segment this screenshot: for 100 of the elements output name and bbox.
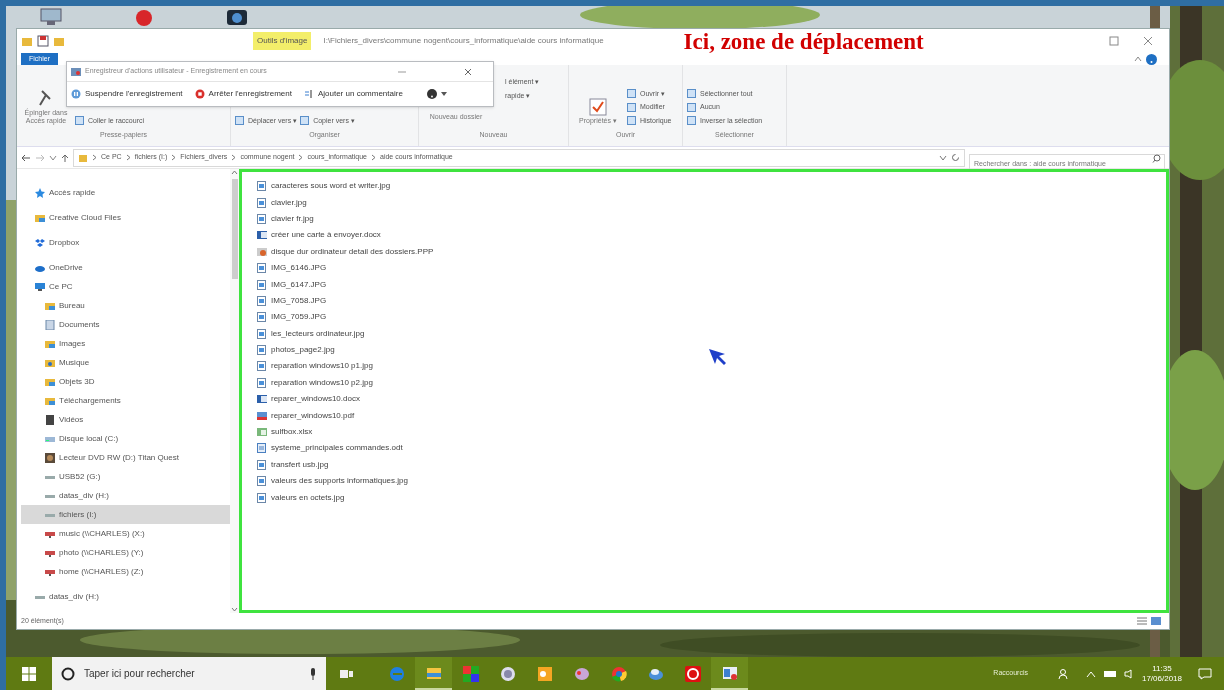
nav-item[interactable]: music (\\CHARLES) (X:): [21, 524, 230, 543]
close-icon[interactable]: [463, 66, 473, 77]
scroll-down-icon[interactable]: [231, 607, 238, 613]
pdf-file-icon: [257, 410, 267, 421]
command-icon[interactable]: [75, 116, 84, 126]
command-icon[interactable]: [300, 116, 310, 126]
tiles-view-icon[interactable]: [1151, 617, 1161, 625]
nav-item[interactable]: photo (\\CHARLES) (Y:): [21, 543, 230, 562]
file-name[interactable]: reparation windows10 p2.jpg: [271, 376, 373, 389]
command-icon[interactable]: [235, 116, 244, 126]
file-name[interactable]: systeme_principales commandes.odt: [271, 442, 403, 455]
folder-icon: [45, 395, 55, 406]
nav-item[interactable]: Disque local (C:): [21, 429, 230, 448]
nav-item[interactable]: datas_div (H:): [21, 587, 230, 606]
microphone-icon: [309, 668, 317, 680]
file-name[interactable]: IMG_7058.JPG: [271, 294, 327, 307]
file-name[interactable]: les_lecteurs ordinateur.jpg: [271, 327, 365, 340]
file-name[interactable]: clavier.jpg: [271, 196, 307, 209]
nav-item[interactable]: Objets 3D: [21, 372, 230, 391]
camera-icon[interactable]: [226, 8, 248, 26]
file-name[interactable]: reparer_windows10.pdf: [271, 409, 355, 422]
image-file-icon: [257, 459, 267, 470]
mail-icon[interactable]: [535, 664, 554, 683]
nav-item[interactable]: Images: [21, 334, 230, 353]
windows-icon[interactable]: [22, 666, 36, 681]
caret-icon[interactable]: [440, 91, 447, 97]
file-name[interactable]: caracteres sous word et writer.jpg: [271, 180, 391, 193]
computer-icon[interactable]: [40, 8, 62, 26]
file-name[interactable]: créer une carte à envoyer.docx: [271, 229, 381, 242]
nav-item[interactable]: Vidéos: [21, 410, 230, 429]
file-name[interactable]: clavier fr.jpg: [271, 212, 314, 225]
nav-item[interactable]: Documents: [21, 315, 230, 334]
image-file-icon: [257, 492, 267, 503]
nav-item[interactable]: Creative Cloud Files: [21, 208, 230, 227]
folder-icon[interactable]: [53, 35, 65, 47]
image-file-icon: [257, 279, 267, 290]
chevron-up-icon[interactable]: [1085, 669, 1096, 678]
file-name[interactable]: disque dur ordinateur detail des dossiers.PPP: [271, 245, 434, 258]
checkmark-icon[interactable]: [588, 97, 608, 118]
save-icon[interactable]: [37, 35, 49, 47]
overlay-note: Ici, zone de déplacement: [683, 29, 924, 53]
cortana-ring-icon: [61, 667, 75, 681]
file-name[interactable]: reparation windows10 p1.jpg: [271, 360, 373, 373]
color-palette-icon[interactable]: [461, 664, 480, 683]
recorder-button[interactable]: Ajouter un commentaire: [303, 88, 403, 100]
up-arrow-icon[interactable]: [61, 153, 69, 162]
browser-icon[interactable]: [609, 664, 628, 683]
chevron-right-icon: [125, 154, 131, 161]
nav-item[interactable]: Bureau: [21, 296, 230, 315]
clock-date[interactable]: 17/06/2018: [1141, 673, 1182, 684]
scrollbar-thumb[interactable]: [231, 179, 238, 279]
network-icon[interactable]: [1103, 668, 1116, 679]
slides-file-icon: [257, 246, 267, 257]
search-field[interactable]: Taper ici pour rechercher: [52, 657, 326, 690]
speaker-icon[interactable]: [1123, 668, 1134, 679]
file-name[interactable]: valeurs en octets.jpg: [271, 491, 345, 504]
details-view-icon[interactable]: [1137, 617, 1147, 625]
caret-icon[interactable]: [939, 153, 947, 162]
nav-item[interactable]: Dropbox: [21, 233, 230, 252]
nav-item[interactable]: home (\\CHARLES) (Z:): [21, 562, 230, 581]
nav-item[interactable]: Accès rapide: [21, 183, 230, 202]
film-icon: [45, 414, 55, 425]
close-icon[interactable]: [1143, 36, 1153, 46]
nav-item[interactable]: datas_div (H:): [21, 486, 230, 505]
file-name[interactable]: IMG_6147.JPG: [271, 278, 327, 291]
chevron-up-icon[interactable]: [1134, 55, 1142, 63]
nav-item[interactable]: Lecteur DVD RW (D:) Titan Quest: [21, 448, 230, 467]
scroll-up-icon[interactable]: [231, 169, 238, 175]
chevron-right-icon: [371, 154, 376, 161]
file-name[interactable]: valeurs des supports informatiques.jpg: [271, 475, 408, 488]
nav-item[interactable]: Téléchargements: [21, 391, 230, 410]
nav-item[interactable]: USB52 (G:): [21, 467, 230, 486]
clock-time[interactable]: 11:35: [1152, 663, 1172, 674]
maximize-icon[interactable]: [1109, 36, 1119, 46]
people-icon[interactable]: [1057, 667, 1070, 680]
file-name[interactable]: sulfbox.xlsx: [271, 426, 313, 439]
ring-logo-icon[interactable]: [683, 664, 702, 683]
forward-arrow-icon[interactable]: [35, 153, 45, 162]
globe-icon[interactable]: [498, 664, 517, 683]
file-name[interactable]: photos_page2.jpg: [271, 344, 335, 357]
folder-icon[interactable]: [21, 35, 33, 47]
nav-item[interactable]: Musique: [21, 353, 230, 372]
file-name[interactable]: reparer_windows10.docx: [271, 393, 360, 406]
nav-item[interactable]: OneDrive: [21, 258, 230, 277]
task-view-icon[interactable]: [340, 667, 354, 680]
refresh-icon[interactable]: [951, 153, 960, 162]
star-icon: [35, 187, 45, 198]
nav-item[interactable]: fichiers (I:): [21, 505, 230, 524]
image-file-icon: [257, 328, 267, 339]
file-name[interactable]: IMG_6146.JPG: [271, 262, 327, 275]
help-icon[interactable]: [426, 89, 437, 99]
file-name[interactable]: IMG_7059.JPG: [271, 311, 327, 324]
recorder-button[interactable]: Arrêter l'enregistrement: [194, 88, 292, 100]
recorder-button[interactable]: Suspendre l'enregistrement: [71, 88, 183, 100]
notifications-icon[interactable]: [1198, 667, 1212, 680]
back-arrow-icon[interactable]: [21, 153, 31, 162]
nav-item[interactable]: Ce PC: [21, 277, 230, 296]
context-tab[interactable]: Outils d'image: [253, 32, 312, 50]
stop-icon: [194, 89, 205, 99]
file-name[interactable]: transfert usb.jpg: [271, 458, 329, 471]
